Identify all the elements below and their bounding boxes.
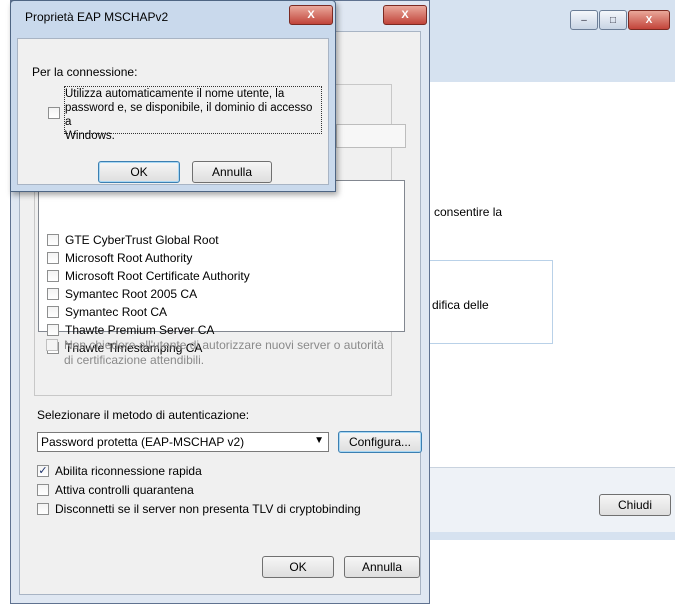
auth-option-label: Abilita riconnessione rapida [55, 464, 202, 478]
background-window-caption-buttons: – □ X [569, 10, 670, 32]
background-window: consentire la difica delle – □ X Chiudi [420, 0, 675, 540]
background-window-body: consentire la difica delle [421, 82, 675, 468]
auth-method-value: Password protetta (EAP-MSCHAP v2) [41, 435, 245, 449]
auto-logon-line-1: Utilizza automaticamente il nome utente,… [65, 88, 285, 100]
top-dialog-client: Per la connessione: Utilizza automaticam… [17, 38, 329, 185]
mschapv2-properties-dialog: Proprietà EAP MSCHAPv2 X Per la connessi… [10, 0, 336, 192]
certificate-label: Thawte Premium Server CA [65, 323, 215, 337]
certificate-label: Symantec Root 2005 CA [65, 287, 198, 301]
background-text-2: difica delle [432, 298, 489, 312]
auto-logon-line-2: password e, se disponibile, il dominio d… [65, 102, 313, 128]
certificate-list[interactable]: GTE CyberTrust Global Root Microsoft Root… [38, 180, 405, 355]
certificate-checkbox[interactable] [47, 234, 59, 246]
certificate-label: GTE CyberTrust Global Root [65, 233, 219, 247]
auth-option-label: Attiva controlli quarantena [55, 483, 194, 497]
certificate-checkbox[interactable] [47, 270, 59, 282]
close-icon[interactable]: X [383, 5, 427, 25]
certificate-label: Microsoft Root Authority [65, 251, 193, 265]
certificate-checkbox[interactable] [47, 288, 59, 300]
auth-option[interactable]: Attiva controlli quarantena [37, 483, 194, 497]
certificate-item[interactable]: Thawte Premium Server CA [47, 323, 214, 337]
dialog-title: Proprietà EAP MSCHAPv2 [25, 10, 169, 24]
server-name-field[interactable] [336, 124, 406, 148]
background-info-box: difica delle [421, 260, 553, 344]
auth-option[interactable]: Abilita riconnessione rapida [37, 464, 202, 478]
certificate-checkbox[interactable] [47, 324, 59, 336]
maximize-icon[interactable]: □ [599, 10, 627, 30]
no-prompt-checkbox[interactable] [46, 339, 58, 351]
close-icon[interactable]: X [628, 10, 670, 30]
certificate-checkbox[interactable] [47, 306, 59, 318]
auth-method-label: Selezionare il metodo di autenticazione: [37, 408, 250, 422]
auth-method-select[interactable]: Password protetta (EAP-MSCHAP v2) ▼ [37, 432, 329, 452]
configure-button[interactable]: Configura... [338, 431, 422, 453]
certificate-checkbox[interactable] [47, 252, 59, 264]
chevron-down-icon: ▼ [314, 435, 324, 446]
auth-option[interactable]: Disconnetti se il server non presenta TL… [37, 502, 361, 516]
auto-logon-checkbox[interactable] [48, 107, 60, 119]
certificate-item[interactable]: Symantec Root CA [47, 305, 167, 319]
certificate-item[interactable]: GTE CyberTrust Global Root [47, 233, 219, 247]
auto-logon-line-3: Windows. [65, 130, 115, 142]
ok-button[interactable]: OK [98, 161, 180, 183]
close-icon[interactable]: X [289, 5, 333, 25]
auto-logon-label[interactable]: Utilizza automaticamente il nome utente,… [64, 86, 322, 142]
no-prompt-option[interactable]: Non chiedere all'utente di autorizzare n… [46, 338, 384, 352]
certificate-item[interactable]: Microsoft Root Certificate Authority [47, 269, 250, 283]
certificate-item[interactable]: Microsoft Root Authority [47, 251, 192, 265]
auth-option-checkbox[interactable] [37, 484, 49, 496]
ok-button[interactable]: OK [262, 556, 334, 578]
chiudi-button[interactable]: Chiudi [599, 494, 671, 516]
background-text-1: consentire la [434, 205, 503, 219]
no-prompt-label-2: di certificazione attendibili. [64, 353, 205, 367]
certificate-item[interactable]: Symantec Root 2005 CA [47, 287, 197, 301]
minimize-icon[interactable]: – [570, 10, 598, 30]
cancel-button[interactable]: Annulla [344, 556, 420, 578]
no-prompt-label-1: Non chiedere all'utente di autorizzare n… [64, 338, 384, 352]
certificate-label: Symantec Root CA [65, 305, 168, 319]
cancel-button[interactable]: Annulla [192, 161, 272, 183]
certificate-label: Microsoft Root Certificate Authority [65, 269, 250, 283]
auth-option-checkbox[interactable] [37, 465, 49, 477]
auth-option-checkbox[interactable] [37, 503, 49, 515]
connection-group-label: Per la connessione: [32, 65, 138, 79]
auth-option-label: Disconnetti se il server non presenta TL… [55, 502, 361, 516]
